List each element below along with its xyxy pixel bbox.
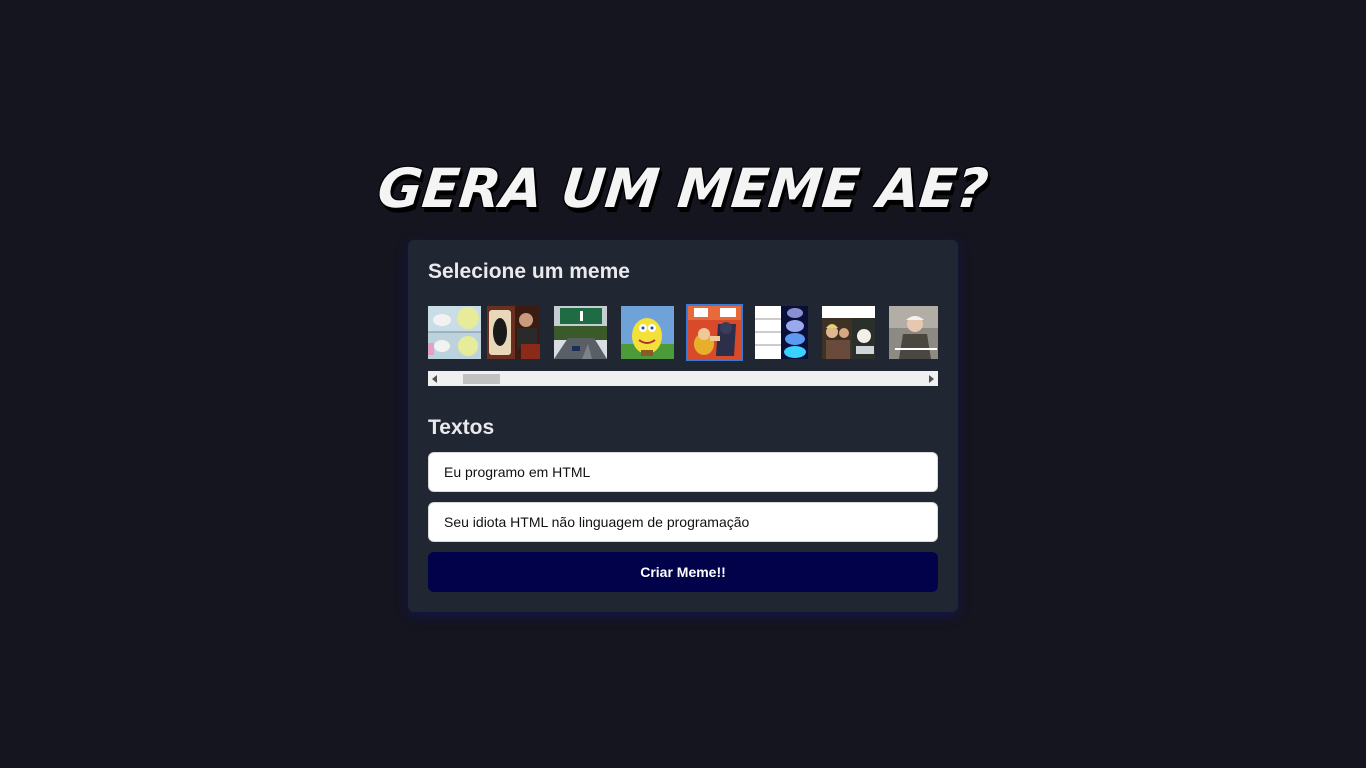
- meme-thumbnail-strip[interactable]: [428, 304, 938, 364]
- meme-thumbnail-7[interactable]: [822, 306, 875, 359]
- expanding-brain-icon: [755, 306, 808, 359]
- meme-thumbnail-4[interactable]: [621, 306, 674, 359]
- mocking-spongebob-icon: [621, 306, 674, 359]
- top-text-input[interactable]: [428, 452, 938, 492]
- meme-generator-card: Selecione um meme Textos Eu programo em …: [408, 240, 958, 612]
- meme-thumbnail-8[interactable]: [889, 306, 938, 359]
- scroll-left-arrow-icon[interactable]: [428, 371, 442, 386]
- texts-heading: Textos: [428, 416, 495, 439]
- select-meme-heading: Selecione um meme: [428, 260, 630, 283]
- meme-thumbnail-1[interactable]: [428, 306, 481, 359]
- meme-thumbnail-5[interactable]: [686, 304, 743, 361]
- meme-thumbnail-2[interactable]: [487, 306, 540, 359]
- scrollbar-thumb[interactable]: [463, 374, 500, 384]
- comic-panels-icon: [428, 306, 481, 359]
- woman-yelling-at-cat-icon: [822, 306, 875, 359]
- uno-card-icon: [487, 306, 540, 359]
- bottom-text-input[interactable]: [428, 502, 938, 542]
- batman-slapping-robin-icon: [688, 306, 741, 359]
- meme-thumbnail-3[interactable]: [554, 306, 607, 359]
- meme-thumbnail-6[interactable]: [755, 306, 808, 359]
- create-meme-button[interactable]: Criar Meme!!: [428, 552, 938, 592]
- thumbnail-scrollbar[interactable]: [428, 371, 938, 386]
- page-title: Gera um meme ae?: [374, 157, 992, 220]
- scroll-right-arrow-icon[interactable]: [924, 371, 938, 386]
- bernie-asking-icon: [889, 306, 938, 359]
- highway-exit-icon: [554, 306, 607, 359]
